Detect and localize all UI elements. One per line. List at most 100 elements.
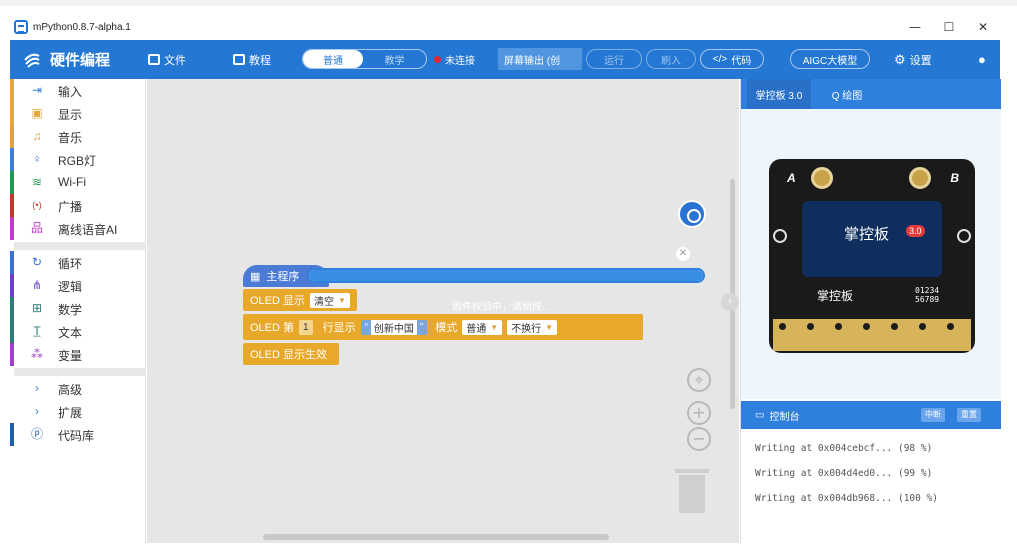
horizontal-scrollbar[interactable] [263, 534, 609, 540]
oled-line-show-block[interactable]: OLED 第 1 行显示 “ 创新中国 ” 模式 普通 ▼ 不换行 ▼ [243, 314, 643, 340]
broadcast-icon: (•) [32, 200, 42, 210]
oled-apply-block[interactable]: OLED 显示生效 [243, 343, 339, 365]
zoom-in-icon[interactable]: + [687, 401, 711, 425]
code-lib-icon: ⓟ [30, 427, 43, 441]
code-button[interactable]: </> 代码 [700, 49, 764, 69]
oled-line-label: OLED 第 [250, 322, 295, 334]
pin-hole [807, 323, 814, 330]
string-block[interactable]: “ 创新中国 ” [360, 319, 428, 335]
sidebar-divider [14, 242, 146, 250]
settings-menu[interactable]: ⚙ 设置 [894, 40, 932, 79]
category-color-bar [10, 274, 14, 297]
board-preview-area: A B 掌控板 3.0 掌控板 01234 56789 [741, 109, 1001, 399]
sidebar-item-label: 高级 [58, 383, 83, 397]
clear-dropdown[interactable]: 清空 ▼ [310, 292, 350, 308]
minimize-button[interactable]: — [898, 16, 932, 38]
user-icon[interactable]: ● [978, 40, 986, 79]
sidebar-item-label: RGB灯 [58, 154, 97, 168]
zoom-out-icon[interactable]: − [687, 427, 711, 451]
oled-show-label: OLED 显示 [250, 295, 306, 307]
sidebar-item-rgb[interactable]: ♀ RGB灯 [10, 148, 146, 171]
category-color-bar [10, 423, 14, 446]
mode-normal-button[interactable]: 普通 [303, 50, 363, 68]
recenter-icon[interactable]: ⌖ [687, 368, 711, 392]
sidebar-item-music[interactable]: ♫ 音乐 [10, 125, 146, 148]
sidebar-item-label: 循环 [58, 257, 83, 271]
board-button-a[interactable] [811, 167, 833, 189]
close-icon[interactable]: ✕ [676, 247, 690, 261]
brand-menu[interactable]: 硬件编程 [22, 40, 110, 79]
sidebar-item-variable[interactable]: ⁂ 变量 [10, 343, 146, 366]
string-value-input: 创新中国 [370, 319, 417, 335]
file-label: 文件 [164, 54, 186, 67]
sidebar-item-label: 广播 [58, 200, 83, 214]
pin-hole [835, 323, 842, 330]
sidebar-item-code-library[interactable]: ⓟ 代码库 [10, 423, 146, 446]
category-color-bar [10, 343, 14, 366]
sidebar-item-label: 代码库 [58, 429, 95, 443]
input-icon: ⇥ [31, 83, 43, 97]
pin-hole [919, 323, 926, 330]
board-nums-line-2: 56789 [915, 295, 940, 304]
tab-draw[interactable]: Q 绘图 [819, 79, 875, 109]
block-workspace[interactable]: ▦ 主程序 OLED 显示 清空 ▼ OLED 第 1 行显示 “ 创新中国 ” … [147, 79, 739, 543]
sidebar-item-label: 逻辑 [58, 280, 83, 294]
mode-teach-button[interactable]: 教学 [363, 50, 426, 68]
board-number-label: 01234 56789 [915, 286, 939, 304]
sidebar-divider [14, 368, 146, 376]
connection-status[interactable]: 未连接 [434, 40, 475, 79]
board-button-b[interactable] [909, 167, 931, 189]
sidebar-item-wifi[interactable]: ≋ Wi-Fi [10, 171, 146, 194]
sidebar-item-label: 数学 [58, 303, 83, 317]
console-header: ▭ 控制台 中断 重置 [741, 401, 1001, 429]
bulb-icon: ♀ [32, 152, 42, 166]
chevron-right-icon: › [35, 381, 39, 395]
line-number-input[interactable]: 1 [299, 319, 313, 335]
trash-icon[interactable] [675, 469, 709, 513]
sidebar-item-logic[interactable]: ⋔ 逻辑 [10, 274, 146, 297]
maximize-button[interactable]: ☐ [932, 16, 966, 38]
sidebar-item-label: Wi-Fi [58, 175, 86, 189]
aigc-button[interactable]: AIGC大模型 [790, 49, 870, 69]
sidebar-item-broadcast[interactable]: (•) 广播 [10, 194, 146, 217]
tab-board[interactable]: 掌控板 3.0 [747, 79, 811, 109]
category-color-bar [10, 148, 14, 171]
disconnected-dot-icon [434, 56, 441, 63]
flash-button[interactable]: 刷入 [646, 49, 696, 69]
tutorial-menu[interactable]: 教程 [233, 40, 271, 79]
sidebar-item-input[interactable]: ⇥ 输入 [10, 79, 146, 102]
sidebar-item-label: 文本 [58, 326, 83, 340]
oled-screen-text: 掌控板 [844, 226, 890, 243]
variable-icon: ⁂ [31, 347, 43, 361]
sidebar-item-label: 扩展 [58, 406, 83, 420]
sidebar-item-extension[interactable]: › 扩展 [10, 400, 146, 423]
console-reset-button[interactable]: 重置 [957, 408, 981, 422]
main-program-label: 主程序 [266, 271, 300, 283]
code-label: 代码 [731, 55, 752, 67]
board-block-icon: ▦ [250, 270, 261, 283]
math-icon: ⊞ [31, 301, 43, 315]
pin-hole [947, 323, 954, 330]
file-menu[interactable]: 文件 [148, 40, 186, 79]
mode-dropdown[interactable]: 普通 ▼ [462, 319, 503, 335]
sidebar-item-loop[interactable]: ↻ 循环 [10, 251, 146, 274]
close-button[interactable]: ✕ [966, 16, 1000, 38]
tutorial-label: 教程 [249, 54, 271, 67]
code-icon: </> [712, 53, 728, 65]
chat-bubble-icon[interactable] [678, 200, 706, 228]
sidebar-item-math[interactable]: ⊞ 数学 [10, 297, 146, 320]
sidebar-item-voice-ai[interactable]: 品 离线语音AI [10, 217, 146, 240]
sidebar-item-display[interactable]: ▣ 显示 [10, 102, 146, 125]
screen-output-select[interactable]: 屏幕输出 (创 [498, 48, 582, 70]
console-output[interactable]: Writing at 0x004cebcf... (98 %) Writing … [741, 429, 1001, 543]
app-window: mPython0.8.7-alpha.1 — ☐ ✕ 硬件编程 文件 教程 普通… [0, 0, 1017, 547]
category-color-bar [10, 125, 14, 148]
oled-clear-block[interactable]: OLED 显示 清空 ▼ [243, 289, 357, 311]
collapse-panel-icon[interactable]: › [721, 293, 739, 311]
sidebar-item-advanced[interactable]: › 高级 [10, 377, 146, 400]
wrap-dropdown[interactable]: 不换行 ▼ [507, 319, 558, 335]
button-b-label: B [950, 171, 959, 185]
run-button[interactable]: 运行 [586, 49, 642, 69]
sidebar-item-text[interactable]: T̲ 文本 [10, 320, 146, 343]
console-stop-button[interactable]: 中断 [921, 408, 945, 422]
